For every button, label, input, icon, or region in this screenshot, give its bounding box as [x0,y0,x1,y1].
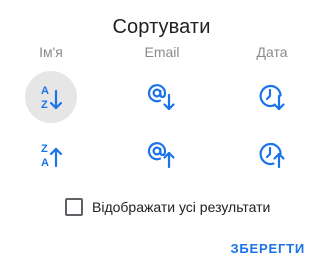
sort-za-descending-icon: Z A [41,143,63,169]
sort-letter-top: A [41,85,49,97]
clock-arrow-down-icon [259,84,285,111]
sort-date-ascending-button[interactable] [246,71,298,123]
at-sign-arrow-up-icon [147,142,175,169]
sort-name-ascending-button[interactable]: A Z [25,71,77,123]
dialog-title: Сортувати [112,16,211,38]
column-label-date: Дата [256,44,288,60]
sort-date-descending-button[interactable] [246,129,298,181]
sort-dialog: Сортувати Ім'я Email Дата A Z Z A Відобр… [0,0,323,280]
sort-letter-bottom: A [41,157,49,169]
clock-arrow-up-icon [259,142,285,169]
sort-email-descending-button[interactable] [136,129,188,181]
show-all-results-toggle[interactable]: Відображати усі результати [65,196,270,218]
show-all-results-label: Відображати усі результати [92,199,271,215]
sort-email-ascending-button[interactable] [136,71,188,123]
sort-letter-top: Z [41,143,48,155]
sort-letter-bottom: Z [41,99,48,111]
sort-name-descending-button[interactable]: Z A [25,129,77,181]
show-all-results-checkbox[interactable] [65,198,83,216]
column-label-email: Email [144,44,180,60]
sort-az-ascending-icon: A Z [41,85,63,111]
save-button[interactable]: ЗБЕРЕГТИ [230,241,305,256]
at-sign-arrow-down-icon [147,84,175,111]
column-label-name: Ім'я [39,44,63,60]
